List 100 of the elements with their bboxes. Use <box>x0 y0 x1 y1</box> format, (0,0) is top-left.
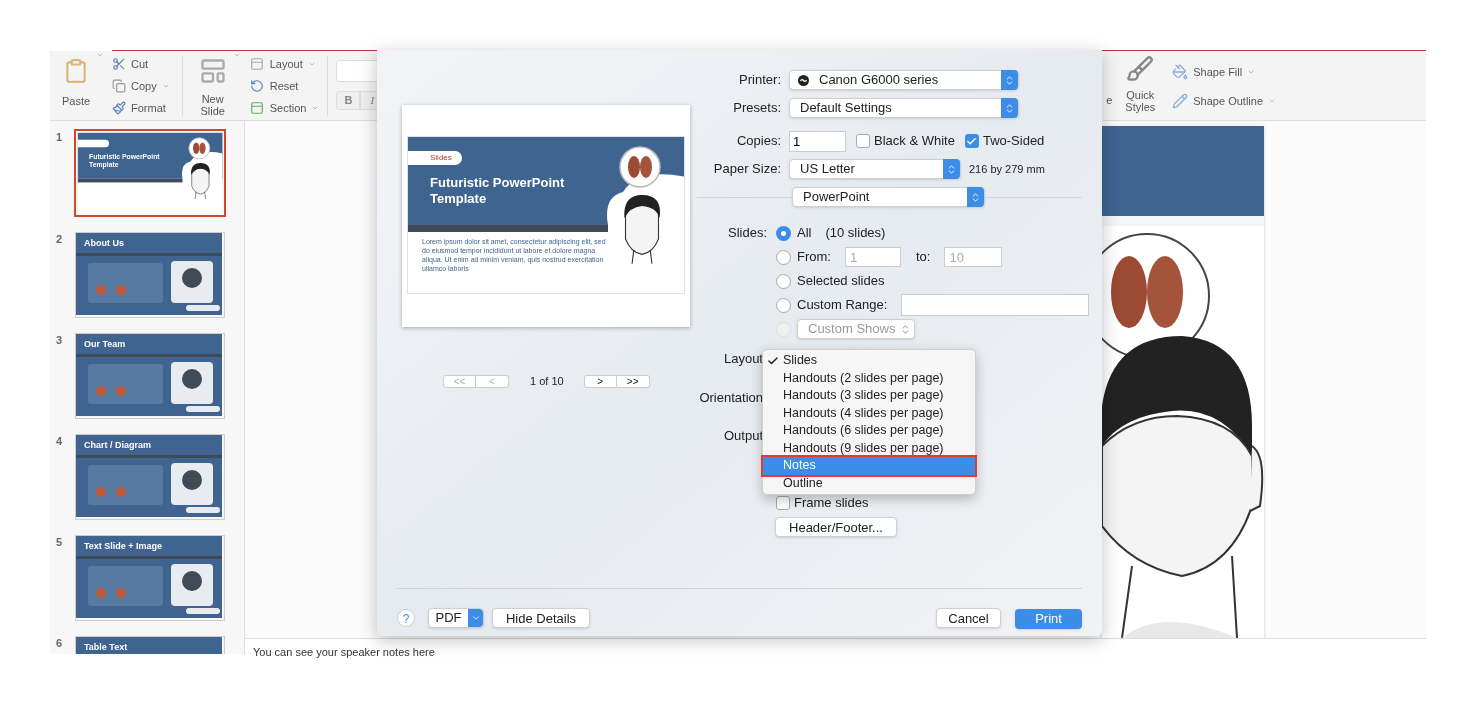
layout-icon <box>248 57 265 71</box>
presets-dropdown[interactable]: Default Settings <box>789 98 1019 118</box>
section-dropdown[interactable]: PowerPoint <box>792 187 985 207</box>
slide-count: (10 slides) <box>825 224 886 243</box>
ribbon-button[interactable]: Layout <box>248 53 320 75</box>
custom-range-field[interactable] <box>901 294 1090 316</box>
radio-button[interactable] <box>776 249 791 265</box>
caret-icon <box>470 613 481 623</box>
ribbon-button[interactable]: Format <box>112 97 170 119</box>
radio-button[interactable] <box>776 225 791 241</box>
ribbon-button[interactable]: Reset <box>248 75 320 97</box>
header-footer-button[interactable]: Header/Footer... <box>775 517 897 537</box>
next-page-button[interactable]: > <box>583 374 617 388</box>
slide-title: Text Slide + Image <box>84 540 163 552</box>
ribbon-label: e <box>1106 93 1113 108</box>
radio-button[interactable] <box>776 297 791 313</box>
field-label: Printer: <box>738 71 781 90</box>
cancel-button[interactable]: Cancel <box>936 608 1001 628</box>
caret-icon <box>311 104 320 112</box>
reset-icon <box>248 79 265 93</box>
slide-title: About Us <box>84 237 124 249</box>
slide-thumbnail[interactable]: Text Slide + Image <box>75 535 225 621</box>
slide-thumbnail[interactable]: Chart / Diagram <box>75 434 225 520</box>
caret-icon <box>1268 97 1276 105</box>
slide-title: Futuristic PowerPoint Template <box>430 175 566 207</box>
caret-icon <box>161 82 170 90</box>
page-counter: 1 of 10 <box>530 374 564 389</box>
radio-label: Custom Range: <box>797 296 888 315</box>
updown-icon <box>970 191 981 203</box>
section-icon <box>248 101 265 115</box>
ribbon-button[interactable]: Section <box>248 97 320 119</box>
field-label: Copies: <box>735 132 781 151</box>
paste-button[interactable]: Paste <box>56 57 96 110</box>
field-label: Layout <box>722 350 763 369</box>
ribbon-button[interactable]: Copy <box>112 75 170 97</box>
updown-icon <box>1004 102 1015 114</box>
brush-icon <box>112 101 126 115</box>
checkbox[interactable] <box>856 134 870 148</box>
menu-item[interactable]: Outline <box>763 474 975 492</box>
slide-number: 1 <box>55 130 64 145</box>
checkbox-label: Two-Sided <box>982 132 1045 151</box>
copies-field[interactable]: 1 <box>789 130 846 152</box>
updown-icon <box>900 323 911 335</box>
menu-item[interactable]: Handouts (4 slides per page) <box>763 404 975 422</box>
brush-icon <box>1126 55 1155 83</box>
ribbon-button[interactable]: Cut <box>112 53 170 75</box>
caret-icon <box>96 51 104 59</box>
menu-item[interactable]: Slides <box>763 352 975 370</box>
clipboard-icon <box>63 57 89 85</box>
slide-title: Table Text <box>84 641 128 653</box>
updown-icon <box>946 163 957 175</box>
field-label: to: <box>915 248 931 267</box>
slide-number: 3 <box>55 333 64 348</box>
pdf-dropdown[interactable]: PDF <box>428 608 484 628</box>
pencil-icon <box>1172 93 1189 109</box>
copy-icon <box>112 79 126 93</box>
slide-thumbnail[interactable]: About Us <box>75 232 225 318</box>
caret-icon <box>232 51 241 59</box>
slide-title: Our Team <box>84 338 126 350</box>
slide-number: 2 <box>55 232 64 247</box>
check-icon <box>966 135 978 147</box>
new-slide-button[interactable]: New Slide <box>192 57 233 117</box>
checkbox[interactable] <box>964 134 979 148</box>
slide-title: Chart / Diagram <box>84 439 152 451</box>
from-field[interactable]: 1 <box>844 247 901 267</box>
ribbon-button[interactable]: Shape Fill <box>1172 61 1276 83</box>
radio-label: Selected slides <box>797 272 885 291</box>
field-label: Paper Size: <box>712 160 781 179</box>
printer-status-icon <box>798 74 809 86</box>
menu-item[interactable]: Handouts (9 slides per page) <box>763 439 975 457</box>
slide-thumbnail[interactable]: Our Team <box>75 333 225 419</box>
radio-button[interactable] <box>776 273 791 289</box>
slide-number: 4 <box>55 434 64 449</box>
field-label: Output <box>722 427 763 446</box>
slide-logo: Slides <box>408 151 462 165</box>
quick-styles-button[interactable]: Quick Styles <box>1118 55 1163 113</box>
caret-icon <box>307 60 316 68</box>
menu-item[interactable]: Handouts (3 slides per page) <box>763 387 975 405</box>
slide-number: 6 <box>55 636 64 651</box>
help-button[interactable]: ? <box>397 609 415 627</box>
hide-details-button[interactable]: Hide Details <box>492 608 590 628</box>
field-label: Presets: <box>732 99 781 118</box>
field-label: Orientation <box>698 389 763 408</box>
checkbox-label: Black & White <box>874 132 955 151</box>
scissors-icon <box>112 57 126 71</box>
paper-dimensions: 216 by 279 mm <box>969 161 1045 177</box>
checkbox-label: Frame slides <box>794 494 869 513</box>
paper-size-dropdown[interactable]: US Letter <box>789 159 961 179</box>
radio-label: All <box>797 224 812 243</box>
last-page-button[interactable]: >> <box>616 374 650 388</box>
menu-item[interactable]: Handouts (6 slides per page) <box>763 422 975 440</box>
checkbox[interactable] <box>776 496 790 510</box>
slide-thumbnail[interactable]: Table Text <box>75 636 225 654</box>
slide-logo <box>77 139 109 148</box>
printer-dropdown[interactable]: Canon G6000 series <box>789 70 1019 90</box>
paint-bucket-icon <box>1172 64 1189 80</box>
menu-item[interactable]: Handouts (2 slides per page) <box>763 369 975 387</box>
radio-label: From: <box>797 248 831 267</box>
to-field[interactable]: 10 <box>944 247 1003 267</box>
ribbon-button[interactable]: Shape Outline <box>1172 90 1276 112</box>
